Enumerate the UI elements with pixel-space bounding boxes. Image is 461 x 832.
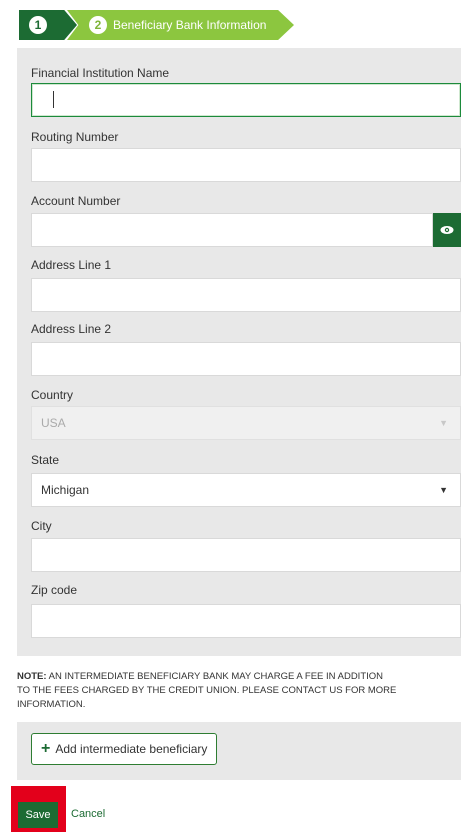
save-button[interactable]: Save — [18, 802, 58, 828]
note-line-1-text: AN INTERMEDIATE BENEFICIARY BANK MAY CHA… — [46, 671, 384, 682]
fee-note: NOTE: AN INTERMEDIATE BENEFICIARY BANK M… — [17, 670, 461, 712]
address-line-1-label: Address Line 1 — [31, 258, 112, 272]
note-prefix: NOTE: — [17, 671, 47, 682]
country-label: Country — [31, 388, 74, 402]
financial-institution-name-label: Financial Institution Name — [31, 66, 170, 80]
account-number-label: Account Number — [31, 194, 121, 208]
routing-number-label: Routing Number — [31, 130, 119, 144]
add-intermediate-label: Add intermediate beneficiary — [55, 742, 208, 756]
beneficiary-bank-form: Financial Institution Name Routing Numbe… — [17, 48, 461, 656]
country-select: USA ▼ — [31, 406, 461, 440]
address-line-2-input[interactable] — [31, 342, 461, 376]
add-intermediate-beneficiary-button[interactable]: + Add intermediate beneficiary — [31, 733, 218, 765]
step-1-number: 1 — [29, 16, 47, 34]
note-line-3: INFORMATION. — [17, 699, 86, 710]
step-1[interactable]: 1 — [19, 10, 77, 40]
address-line-1-input[interactable] — [31, 278, 461, 312]
note-line-1: NOTE: AN INTERMEDIATE BENEFICIARY BANK M… — [17, 670, 461, 684]
city-label: City — [31, 519, 52, 533]
step-2-label: Beneficiary Bank Information — [113, 18, 267, 32]
note-line-2: TO THE FEES CHARGED BY THE CREDIT UNION.… — [17, 685, 397, 696]
account-number-input[interactable] — [31, 213, 433, 247]
step-2[interactable]: 2 Beneficiary Bank Information — [67, 10, 294, 40]
chevron-down-icon: ▼ — [439, 418, 448, 428]
state-select[interactable]: Michigan ▼ — [31, 473, 461, 507]
chevron-down-icon: ▼ — [439, 485, 448, 495]
zip-code-input[interactable] — [31, 604, 461, 638]
zip-code-label: Zip code — [31, 583, 78, 597]
text-caret — [53, 91, 54, 108]
cancel-link[interactable]: Cancel — [71, 808, 105, 820]
country-value: USA — [41, 416, 66, 430]
state-value: Michigan — [41, 483, 90, 497]
state-label: State — [31, 453, 60, 467]
financial-institution-name-input[interactable] — [31, 83, 461, 117]
eye-icon — [440, 226, 454, 234]
progress-stepper: 1 2 Beneficiary Bank Information — [19, 10, 294, 40]
add-intermediate-section: + Add intermediate beneficiary — [17, 722, 461, 780]
routing-number-input[interactable] — [31, 148, 461, 182]
step-2-number: 2 — [89, 16, 107, 34]
show-account-number-button[interactable] — [433, 213, 461, 247]
city-input[interactable] — [31, 538, 461, 572]
address-line-2-label: Address Line 2 — [31, 322, 112, 336]
plus-icon: + — [41, 740, 51, 757]
